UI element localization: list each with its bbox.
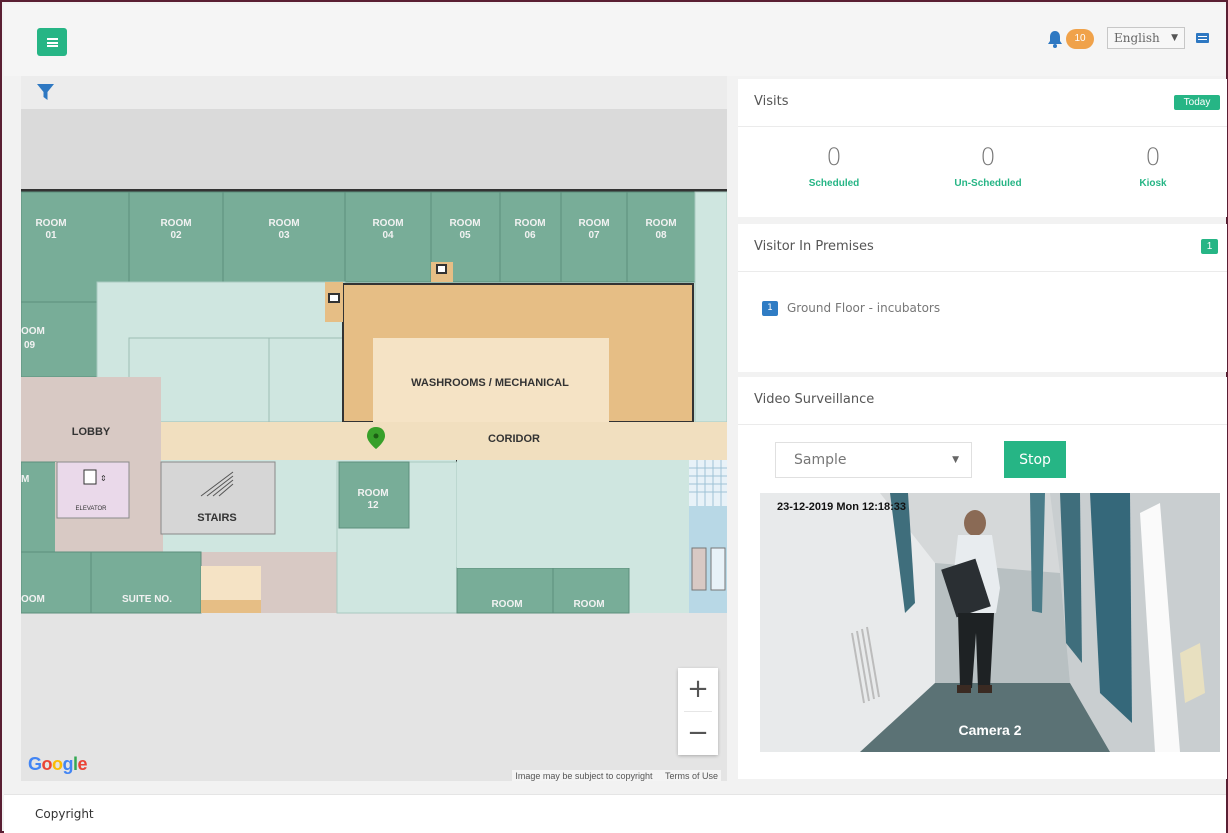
zoom-out-button[interactable]: − — [678, 712, 718, 755]
copyright-notice: Image may be subject to copyright — [515, 771, 653, 781]
language-select[interactable]: English ▼ — [1107, 27, 1185, 49]
footer-copyright: Copyright — [35, 807, 94, 821]
chevron-down-icon: ▼ — [1171, 33, 1178, 43]
lobby-label: LOBBY — [72, 426, 111, 438]
room-08-label: ROOM — [645, 218, 676, 229]
filter-icon[interactable] — [37, 84, 54, 101]
video-title: Video Surveillance — [754, 392, 875, 407]
suite-label: SUITE NO. — [122, 594, 172, 605]
zoom-in-button[interactable]: + — [678, 668, 718, 711]
video-surveillance-panel: Video Surveillance Sample ▼ Stop 23-12-2… — [738, 377, 1227, 779]
language-selected-value: English — [1114, 31, 1160, 45]
washrooms-label: WASHROOMS / MECHANICAL — [411, 377, 569, 389]
corridor-label: CORIDOR — [488, 433, 540, 445]
terms-of-use-link[interactable]: Terms of Use — [665, 771, 718, 781]
unscheduled-count: 0 — [980, 143, 996, 171]
unscheduled-label: Un-Scheduled — [954, 178, 1022, 189]
floor-map[interactable]: ⇕ ROOM 01 ROOM 02 ROOM 03 ROOM 04 ROOM 0… — [21, 76, 727, 781]
room-01-label: ROOM — [35, 218, 66, 229]
visits-title: Visits — [754, 94, 789, 109]
room-07-label: ROOM — [578, 218, 609, 229]
visits-header: Visits Today — [738, 79, 1227, 127]
room-04-label: ROOM — [372, 218, 403, 229]
room-05-number: 05 — [459, 230, 471, 241]
room-bottom-2-label: ROOM — [573, 599, 604, 610]
camera-timestamp: 23-12-2019 Mon 12:18:33 — [777, 501, 907, 513]
zoom-controls: + − — [678, 668, 718, 755]
map-filter-bar — [21, 76, 727, 109]
floor-plan: ⇕ ROOM 01 ROOM 02 ROOM 03 ROOM 04 ROOM 0… — [21, 76, 727, 781]
room-09-number: 09 — [24, 340, 36, 351]
premise-label: Ground Floor - incubators — [787, 301, 941, 315]
google-logo: Google — [28, 754, 88, 774]
footer: Copyright — [4, 794, 1226, 833]
room-06-label: ROOM — [514, 218, 545, 229]
chevron-down-icon: ▼ — [952, 455, 959, 465]
unscheduled-stat[interactable]: 0 Un-Scheduled — [918, 142, 1058, 189]
stairs-label: STAIRS — [197, 512, 237, 524]
premise-list-item[interactable]: 1 Ground Floor - incubators — [762, 301, 940, 316]
svg-text:⇕: ⇕ — [100, 474, 107, 483]
premise-count-badge: 1 — [762, 301, 778, 316]
bell-icon[interactable] — [1047, 30, 1063, 48]
room-09-label: OOM — [21, 326, 45, 337]
premises-count-badge: 1 — [1201, 239, 1218, 254]
scheduled-label: Scheduled — [808, 178, 860, 189]
room-05-label: ROOM — [449, 218, 480, 229]
camera-selected-value: Sample — [794, 452, 847, 468]
app-frame: 10 English ▼ ⇕ ROOM 01 ROOM 02 ROOM 03 R… — [0, 0, 1228, 833]
room-02-label: ROOM — [160, 218, 191, 229]
room-bottom-1-label: ROOM — [491, 599, 522, 610]
premises-header: Visitor In Premises 1 — [738, 224, 1227, 272]
room-bottom-left-label: OOM — [21, 594, 45, 605]
kiosk-label: Kiosk — [1139, 178, 1167, 189]
room-04-number: 04 — [382, 230, 394, 241]
today-badge[interactable]: Today — [1174, 95, 1220, 110]
room-m-label: M — [21, 474, 29, 485]
room-08-number: 08 — [655, 230, 667, 241]
visits-panel: Visits Today 0 Scheduled 0 Un-Scheduled … — [738, 79, 1227, 217]
notification-count-badge[interactable]: 10 — [1066, 29, 1094, 49]
room-02-number: 02 — [170, 230, 182, 241]
kiosk-count: 0 — [1145, 143, 1161, 171]
room-01-number: 01 — [45, 230, 57, 241]
scheduled-stat[interactable]: 0 Scheduled — [764, 142, 904, 189]
top-bar: 10 English ▼ — [4, 4, 1226, 76]
room-03-label: ROOM — [268, 218, 299, 229]
room-07-number: 07 — [588, 230, 600, 241]
camera-feed[interactable]: 23-12-2019 Mon 12:18:33 Camera 2 — [760, 493, 1220, 752]
scheduled-count: 0 — [826, 143, 842, 171]
visitor-in-premises-panel: Visitor In Premises 1 1 Ground Floor - in… — [738, 224, 1227, 372]
room-12-label: ROOM — [357, 488, 388, 499]
video-header: Video Surveillance — [738, 377, 1227, 425]
hamburger-icon — [46, 37, 58, 47]
kiosk-stat[interactable]: 0 Kiosk — [1083, 142, 1223, 189]
camera-select[interactable]: Sample ▼ — [775, 442, 972, 478]
messages-icon[interactable] — [1196, 33, 1209, 43]
map-credits: Image may be subject to copyright Terms … — [512, 770, 721, 781]
stop-button[interactable]: Stop — [1004, 441, 1066, 478]
room-06-number: 06 — [524, 230, 536, 241]
premises-title: Visitor In Premises — [754, 239, 874, 254]
menu-toggle-button[interactable] — [37, 28, 67, 56]
room-03-number: 03 — [278, 230, 290, 241]
room-12-number: 12 — [367, 500, 379, 511]
camera-name-label: Camera 2 — [958, 722, 1022, 738]
camera-feed-image — [760, 493, 1220, 752]
elevator-label: ELEVATOR — [75, 506, 107, 512]
